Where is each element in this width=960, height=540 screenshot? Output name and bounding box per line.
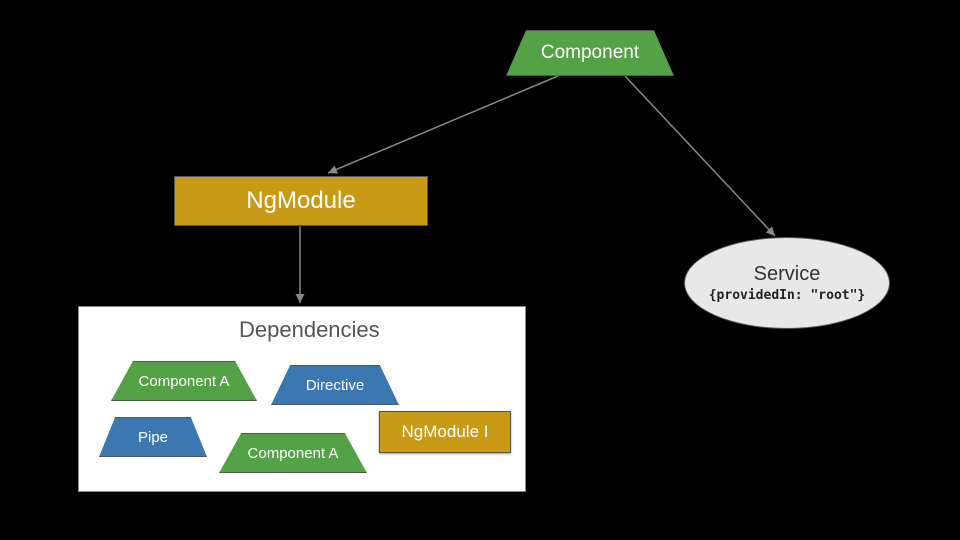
dep-directive: Directive <box>271 365 399 405</box>
service-node: Service {providedIn: "root"} <box>684 237 890 329</box>
dep-ngmodule-i-label: NgModule I <box>402 422 489 442</box>
ngmodule-node: NgModule <box>174 176 428 226</box>
component-label: Component <box>541 42 639 64</box>
dep-pipe-label: Pipe <box>138 429 168 446</box>
service-title: Service <box>754 263 821 286</box>
dep-pipe: Pipe <box>99 417 207 457</box>
component-node: Component <box>506 30 674 76</box>
ngmodule-label: NgModule <box>246 187 355 215</box>
dependencies-box: Dependencies Component A Directive Pipe … <box>78 306 526 492</box>
dependencies-title: Dependencies <box>239 317 380 343</box>
service-subtitle: {providedIn: "root"} <box>709 288 866 303</box>
dep-component-a-2: Component A <box>219 433 367 473</box>
dep-directive-label: Directive <box>306 377 364 394</box>
dep-ngmodule-i: NgModule I <box>379 411 511 453</box>
dep-component-a-1: Component A <box>111 361 257 401</box>
dep-component-a-2-label: Component A <box>248 445 339 462</box>
dep-component-a-1-label: Component A <box>139 373 230 390</box>
